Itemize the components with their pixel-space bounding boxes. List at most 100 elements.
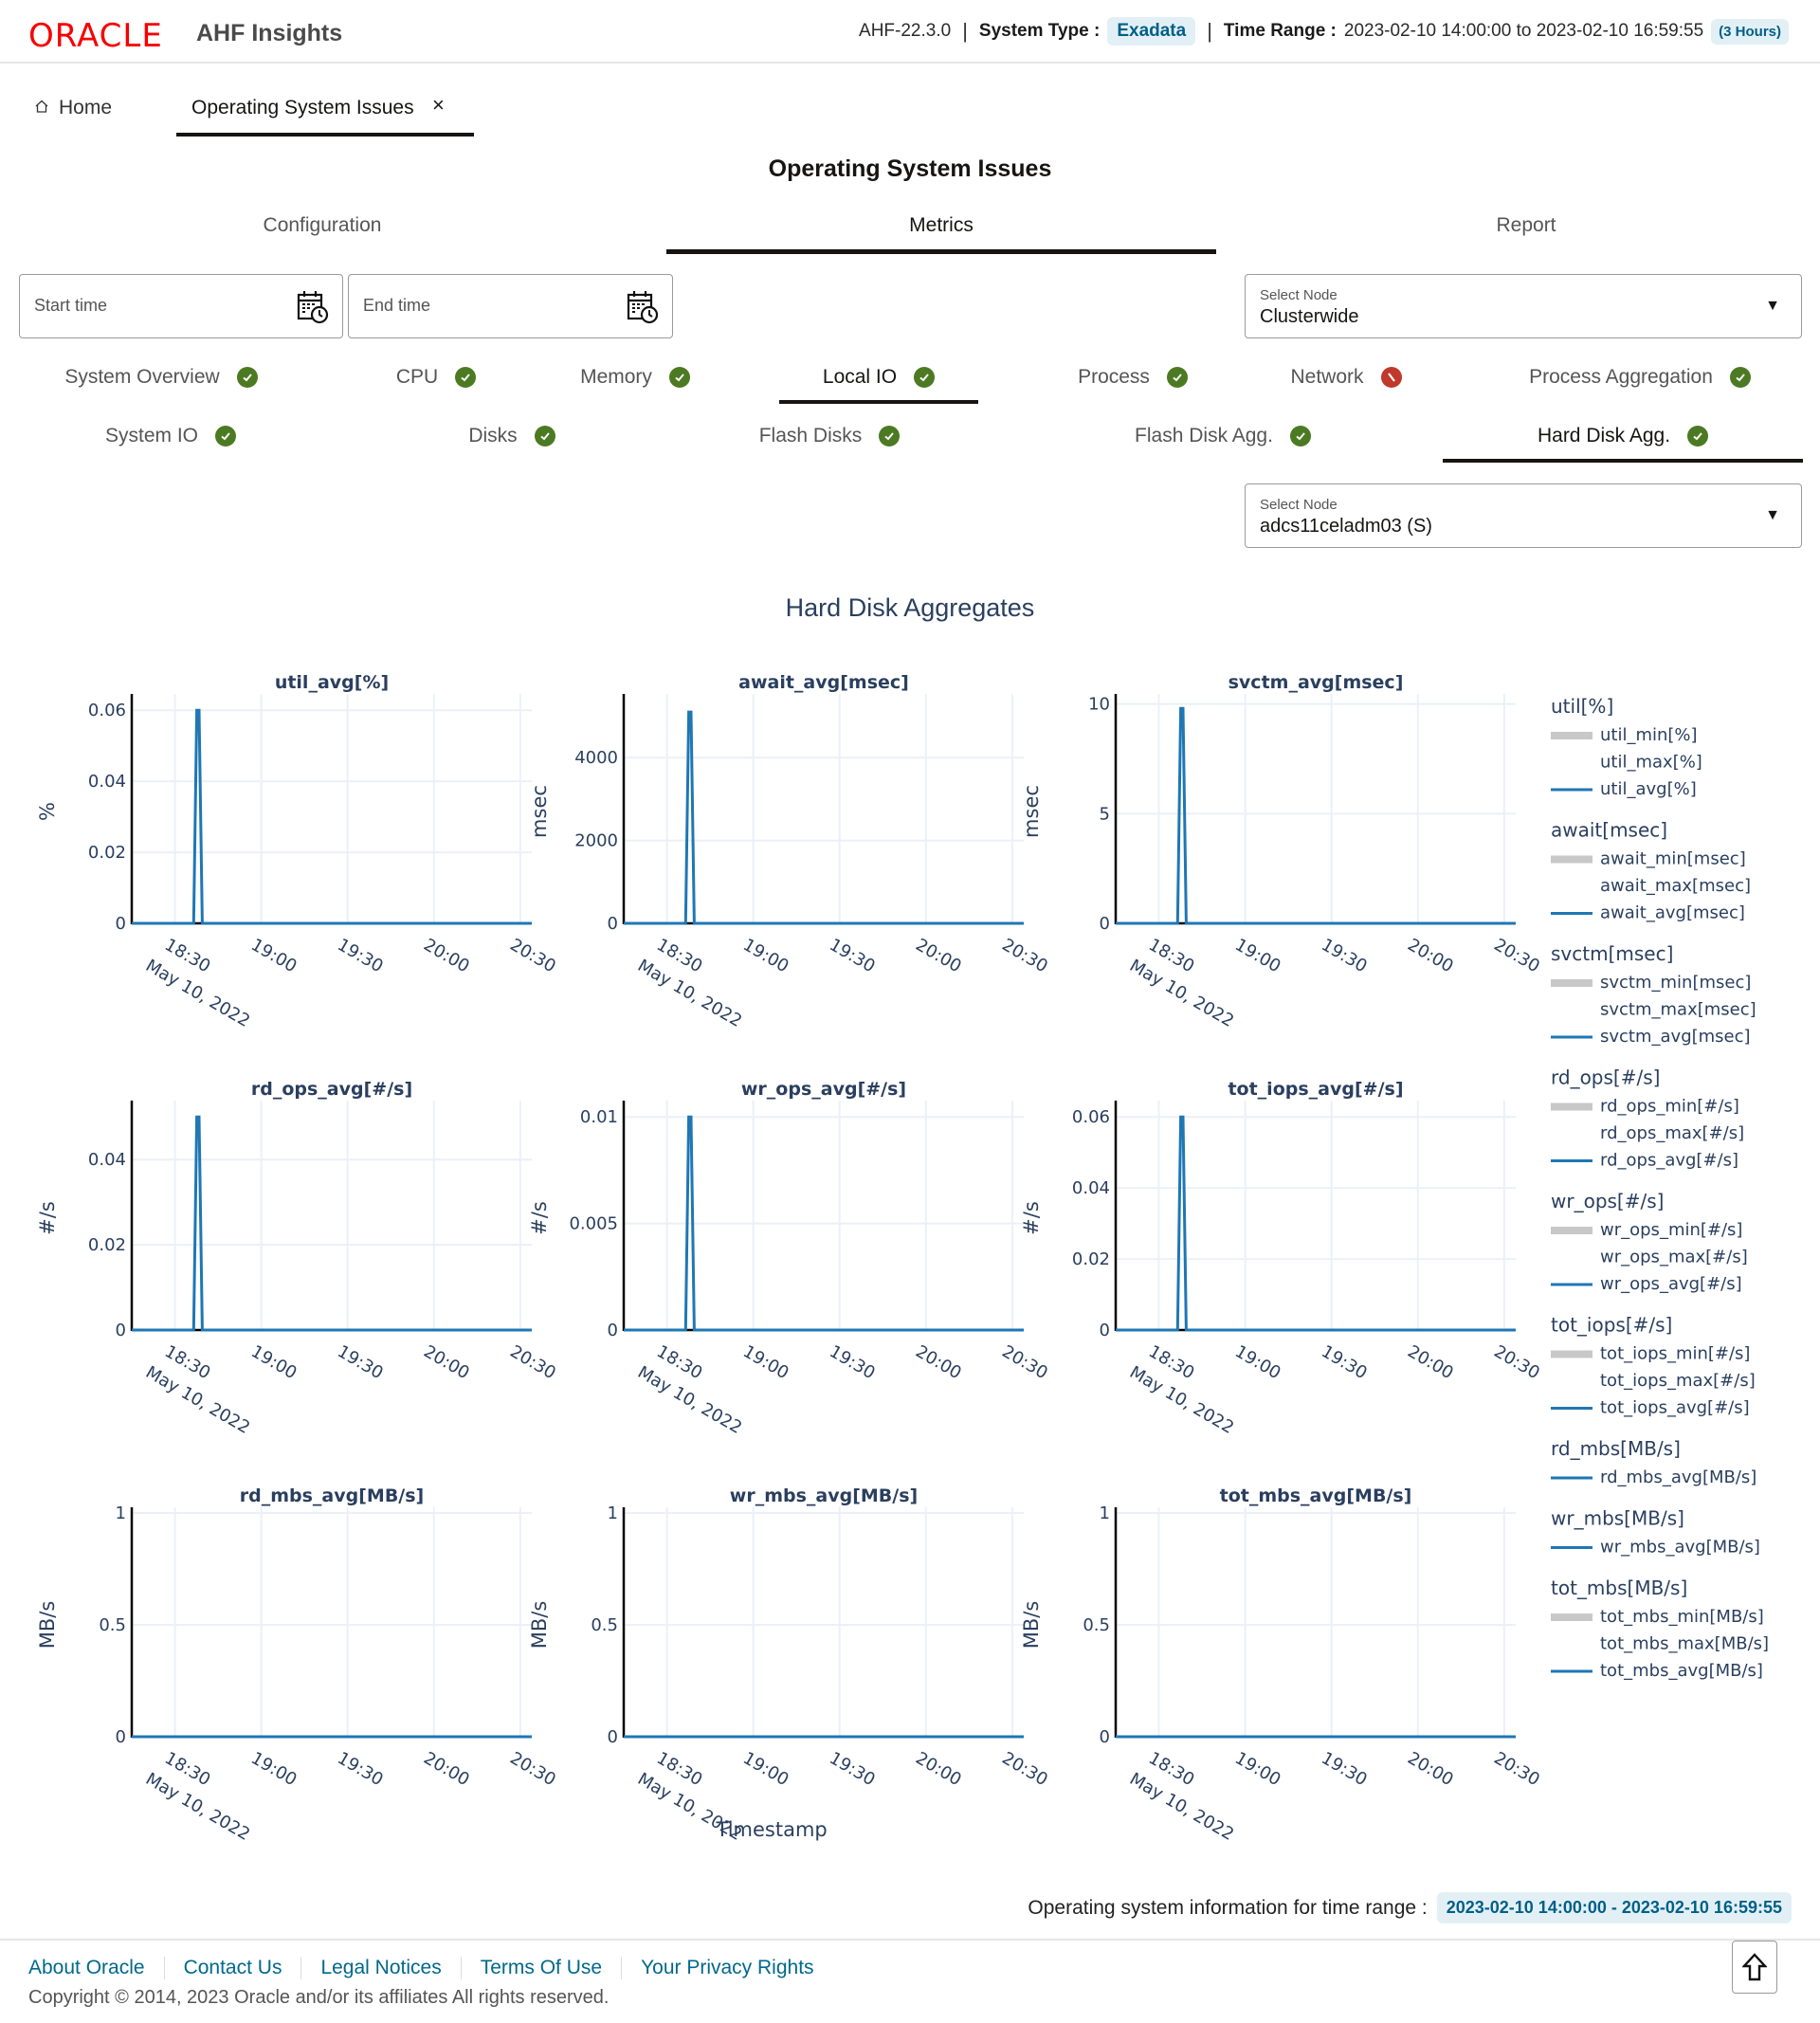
y-axis-label: MB/s <box>36 1601 59 1649</box>
scroll-to-top-button[interactable] <box>1732 1941 1777 1994</box>
legend-item[interactable]: wr_ops_avg[#/s] <box>1600 1274 1742 1294</box>
x-tick-label: 19:00 <box>739 1341 792 1383</box>
legend-band-swatch <box>1551 1227 1592 1234</box>
legend-item[interactable]: wr_mbs_avg[MB/s] <box>1600 1538 1760 1558</box>
legend-item[interactable]: util_max[%] <box>1600 753 1702 773</box>
legend-item[interactable]: tot_mbs_min[MB/s] <box>1600 1607 1764 1627</box>
legend-band-swatch <box>1551 1613 1592 1621</box>
x-tick-label: 20:00 <box>912 1341 964 1383</box>
series-line-await_avg <box>624 710 1024 925</box>
y-tick-label: 0 <box>608 914 618 934</box>
y-axis-label: MB/s <box>1020 1601 1043 1649</box>
y-tick-label: 0.5 <box>591 1615 618 1635</box>
y-tick-label: 1 <box>608 1504 618 1523</box>
legend-item[interactable]: svctm_min[msec] <box>1600 973 1751 993</box>
footer-link-contact-us[interactable]: Contact Us <box>163 1957 301 1979</box>
y-tick-label: 0.01 <box>580 1107 618 1127</box>
legend-group-title: await[msec] <box>1551 819 1667 842</box>
y-tick-label: 0 <box>608 1321 618 1340</box>
legend-item[interactable]: await_avg[msec] <box>1600 903 1745 923</box>
legend-item[interactable]: util_min[%] <box>1600 725 1698 745</box>
x-axis-title: Timestamp <box>716 1818 828 1841</box>
y-tick-label: 0.04 <box>1072 1178 1110 1198</box>
y-tick-label: 0.04 <box>88 1150 126 1170</box>
legend-item[interactable]: wr_ops_max[#/s] <box>1600 1248 1748 1267</box>
chart-title: rd_ops_avg[#/s] <box>251 1079 412 1100</box>
legend-item[interactable]: tot_mbs_max[MB/s] <box>1600 1634 1769 1654</box>
y-axis-label: #/s <box>528 1201 551 1235</box>
x-tick-label: 20:00 <box>1404 1341 1456 1383</box>
x-tick-label: 20:30 <box>1490 1748 1542 1790</box>
legend-item[interactable]: util_avg[%] <box>1600 779 1697 799</box>
legend-group-title: tot_iops[#/s] <box>1551 1314 1672 1337</box>
y-tick-label: 0 <box>116 1727 126 1747</box>
series-line-rd_ops_avg <box>132 1115 532 1332</box>
chart-title: wr_ops_avg[#/s] <box>741 1079 906 1100</box>
y-axis-label: msec <box>528 785 551 838</box>
series-line-svctm_avg <box>1116 706 1516 925</box>
x-tick-label: 20:30 <box>1490 935 1542 976</box>
x-tick-label: 19:00 <box>1231 935 1283 976</box>
footer-link-about-oracle[interactable]: About Oracle <box>28 1957 164 1979</box>
y-tick-label: 1 <box>116 1504 126 1523</box>
y-tick-label: 0.04 <box>88 772 126 792</box>
footer-link-privacy-rights[interactable]: Your Privacy Rights <box>621 1957 832 1979</box>
arrow-up-icon <box>1742 1953 1767 1981</box>
x-tick-label: 19:00 <box>247 935 300 976</box>
legend-band-swatch <box>1551 855 1592 864</box>
y-tick-label: 4000 <box>574 748 618 768</box>
copyright: Copyright © 2014, 2023 Oracle and/or its… <box>28 1987 610 2008</box>
legend-item[interactable]: rd_ops_avg[#/s] <box>1600 1151 1738 1171</box>
y-axis-label: msec <box>1020 785 1043 838</box>
x-tick-label: 19:30 <box>826 1341 878 1383</box>
chart-title: util_avg[%] <box>275 672 389 693</box>
legend-item[interactable]: wr_ops_min[#/s] <box>1600 1220 1742 1240</box>
chart-title: wr_mbs_avg[MB/s] <box>730 1485 918 1506</box>
y-tick-label: 0 <box>116 914 126 934</box>
legend-item[interactable]: await_max[msec] <box>1600 876 1751 896</box>
x-tick-label: 20:30 <box>998 1748 1050 1790</box>
x-tick-label: 19:30 <box>334 1748 386 1790</box>
legend-item[interactable]: tot_iops_avg[#/s] <box>1600 1398 1750 1418</box>
x-tick-label: 19:30 <box>826 935 878 976</box>
legend-item[interactable]: tot_iops_max[#/s] <box>1600 1371 1756 1391</box>
y-tick-label: 0.06 <box>1072 1107 1110 1127</box>
footer-link-legal-notices[interactable]: Legal Notices <box>300 1957 460 1979</box>
y-tick-label: 0 <box>1100 1321 1110 1340</box>
x-tick-label: 20:30 <box>506 1341 558 1383</box>
x-tick-label: 20:00 <box>912 1748 964 1790</box>
legend-item[interactable]: rd_ops_min[#/s] <box>1600 1097 1739 1117</box>
legend-item[interactable]: rd_ops_max[#/s] <box>1600 1123 1744 1143</box>
legend-item[interactable]: rd_mbs_avg[MB/s] <box>1600 1467 1756 1487</box>
time-range-info-badge: 2023-02-10 14:00:00 - 2023-02-10 16:59:5… <box>1436 1892 1792 1923</box>
x-tick-label: 19:30 <box>1318 1341 1370 1383</box>
footer-link-terms-of-use[interactable]: Terms Of Use <box>460 1957 621 1979</box>
chart-title: rd_mbs_avg[MB/s] <box>240 1485 425 1506</box>
x-tick-label: 20:30 <box>1490 1341 1542 1383</box>
time-range-info-label: Operating system information for time ra… <box>1028 1896 1428 1919</box>
y-axis-label: #/s <box>1020 1201 1043 1235</box>
y-tick-label: 0 <box>1100 914 1110 934</box>
x-tick-label: 19:30 <box>1318 935 1370 976</box>
legend-item[interactable]: await_min[msec] <box>1600 849 1746 869</box>
legend-group-title: rd_mbs[MB/s] <box>1551 1437 1681 1460</box>
x-tick-label: 20:00 <box>1404 1748 1456 1790</box>
chart-title: svctm_avg[msec] <box>1228 672 1404 693</box>
legend-group-title: svctm[msec] <box>1551 942 1673 965</box>
y-tick-label: 0.005 <box>569 1214 618 1234</box>
x-tick-label: 19:30 <box>334 1341 386 1383</box>
x-tick-label: 19:30 <box>334 935 386 976</box>
x-tick-label: 20:30 <box>998 1341 1050 1383</box>
legend-band-swatch <box>1551 732 1592 739</box>
x-tick-label: 20:00 <box>1404 935 1456 976</box>
legend-item[interactable]: svctm_max[msec] <box>1600 1000 1756 1020</box>
y-tick-label: 0 <box>608 1727 618 1747</box>
legend-group-title: tot_mbs[MB/s] <box>1551 1576 1687 1599</box>
legend-item[interactable]: svctm_avg[msec] <box>1600 1027 1751 1047</box>
y-axis-label: % <box>36 802 59 821</box>
y-tick-label: 0 <box>116 1321 126 1340</box>
series-line-tot_iops_avg <box>1116 1115 1516 1332</box>
y-tick-label: 0.02 <box>1072 1249 1110 1269</box>
legend-item[interactable]: tot_mbs_avg[MB/s] <box>1600 1661 1763 1681</box>
legend-item[interactable]: tot_iops_min[#/s] <box>1600 1344 1750 1364</box>
